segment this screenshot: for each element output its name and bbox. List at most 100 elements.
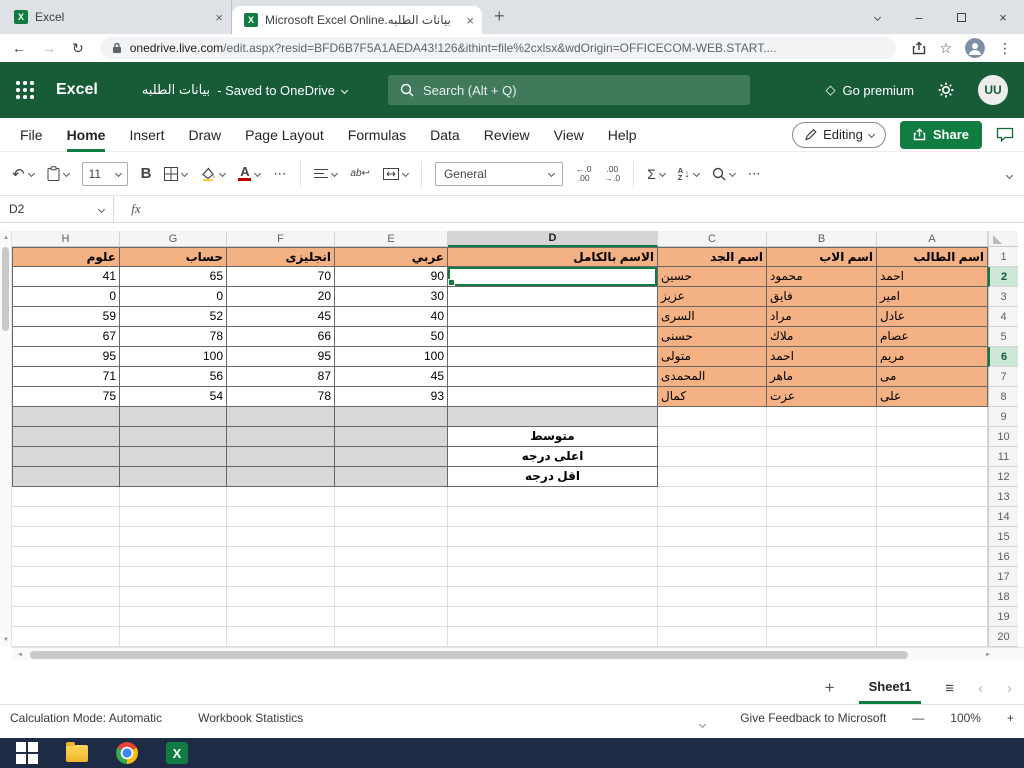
- number-format-select[interactable]: General: [434, 161, 563, 186]
- cell-B5[interactable]: ملاك: [767, 327, 877, 347]
- cell-C3[interactable]: عزيز: [658, 287, 767, 307]
- cell-H14[interactable]: [12, 507, 120, 527]
- cell-H11[interactable]: [12, 447, 120, 467]
- cell-B15[interactable]: [767, 527, 877, 547]
- cell-G8[interactable]: 54: [120, 387, 227, 407]
- paste-button[interactable]: [47, 166, 70, 181]
- cell-B3[interactable]: فايق: [767, 287, 877, 307]
- cell-B12[interactable]: [767, 467, 877, 487]
- horizontal-scroll-thumb[interactable]: [30, 650, 908, 659]
- cell-G1[interactable]: حساب: [120, 247, 227, 267]
- row-header-7[interactable]: 7: [988, 367, 1018, 387]
- cell-B6[interactable]: احمد: [767, 347, 877, 367]
- menu-home[interactable]: Home: [66, 118, 106, 152]
- cell-D3[interactable]: [448, 287, 658, 307]
- cell-E7[interactable]: 45: [335, 367, 448, 387]
- menu-data[interactable]: Data: [430, 118, 460, 152]
- cell-A3[interactable]: امير: [877, 287, 988, 307]
- cell-G16[interactable]: [120, 547, 227, 567]
- cell-C10[interactable]: [658, 427, 767, 447]
- row-header-17[interactable]: 17: [988, 567, 1018, 587]
- cell-G7[interactable]: 56: [120, 367, 227, 387]
- cell-H20[interactable]: [12, 627, 120, 647]
- cell-E5[interactable]: 50: [335, 327, 448, 347]
- row-header-20[interactable]: 20: [988, 627, 1018, 647]
- cell-D19[interactable]: [448, 607, 658, 627]
- find-button[interactable]: [712, 167, 736, 181]
- scroll-down-icon[interactable]: ▼: [0, 633, 12, 647]
- cell-G2[interactable]: 65: [120, 267, 227, 287]
- start-button[interactable]: [16, 742, 38, 764]
- cell-H18[interactable]: [12, 587, 120, 607]
- name-box[interactable]: D2: [0, 196, 114, 222]
- cell-E13[interactable]: [335, 487, 448, 507]
- cell-E14[interactable]: [335, 507, 448, 527]
- menu-help[interactable]: Help: [608, 118, 637, 152]
- row-header-3[interactable]: 3: [988, 287, 1018, 307]
- cell-E8[interactable]: 93: [335, 387, 448, 407]
- scroll-left-icon[interactable]: ◄: [12, 652, 28, 658]
- cell-A9[interactable]: [877, 407, 988, 427]
- file-explorer-icon[interactable]: [66, 741, 88, 762]
- scroll-right-icon[interactable]: ►: [980, 652, 996, 658]
- cell-H7[interactable]: 71: [12, 367, 120, 387]
- share-page-icon[interactable]: [912, 41, 926, 55]
- cell-H8[interactable]: 75: [12, 387, 120, 407]
- cell-B13[interactable]: [767, 487, 877, 507]
- alignment-button[interactable]: [314, 168, 339, 179]
- cell-B9[interactable]: [767, 407, 877, 427]
- cell-C9[interactable]: [658, 407, 767, 427]
- browser-tab-workbook[interactable]: X Microsoft Excel Online.بيانات الطلبه ×: [232, 6, 482, 34]
- cell-D9[interactable]: [448, 407, 658, 427]
- menu-file[interactable]: File: [20, 118, 43, 152]
- cell-F9[interactable]: [227, 407, 335, 427]
- cell-F16[interactable]: [227, 547, 335, 567]
- scroll-up-icon[interactable]: ▲: [0, 231, 12, 245]
- cell-D6[interactable]: [448, 347, 658, 367]
- cell-B10[interactable]: [767, 427, 877, 447]
- cell-G19[interactable]: [120, 607, 227, 627]
- cell-C20[interactable]: [658, 627, 767, 647]
- cell-C11[interactable]: [658, 447, 767, 467]
- cell-C6[interactable]: متولى: [658, 347, 767, 367]
- browser-tab-excel[interactable]: X Excel ×: [0, 0, 232, 34]
- cell-H3[interactable]: 0: [12, 287, 120, 307]
- cell-B7[interactable]: ماهر: [767, 367, 877, 387]
- comments-icon[interactable]: [996, 127, 1014, 143]
- ribbon-collapse-icon[interactable]: [1005, 165, 1014, 183]
- cell-G9[interactable]: [120, 407, 227, 427]
- cell-E2[interactable]: 90: [335, 267, 448, 287]
- row-header-6[interactable]: 6: [988, 347, 1018, 367]
- zoom-out-button[interactable]: —: [912, 711, 924, 725]
- row-header-19[interactable]: 19: [988, 607, 1018, 627]
- column-header-D[interactable]: D: [448, 231, 658, 247]
- cell-G5[interactable]: 78: [120, 327, 227, 347]
- cell-H16[interactable]: [12, 547, 120, 567]
- refresh-icon[interactable]: ↻: [72, 40, 84, 57]
- menu-view[interactable]: View: [554, 118, 584, 152]
- font-size-input[interactable]: 11: [81, 161, 128, 186]
- status-chevron-icon[interactable]: [698, 716, 707, 730]
- window-close-button[interactable]: ×: [982, 0, 1024, 34]
- cell-A17[interactable]: [877, 567, 988, 587]
- column-header-B[interactable]: B: [767, 231, 877, 247]
- cell-F20[interactable]: [227, 627, 335, 647]
- cell-A4[interactable]: عادل: [877, 307, 988, 327]
- cell-G11[interactable]: [120, 447, 227, 467]
- fill-color-button[interactable]: [200, 166, 227, 181]
- cell-G15[interactable]: [120, 527, 227, 547]
- vertical-scroll-thumb[interactable]: [2, 247, 9, 331]
- menu-formulas[interactable]: Formulas: [348, 118, 406, 152]
- cell-D15[interactable]: [448, 527, 658, 547]
- forward-icon[interactable]: →: [42, 40, 56, 56]
- cell-D7[interactable]: [448, 367, 658, 387]
- workbook-statistics-label[interactable]: Workbook Statistics: [198, 711, 303, 725]
- cell-E6[interactable]: 100: [335, 347, 448, 367]
- cell-A20[interactable]: [877, 627, 988, 647]
- cell-A12[interactable]: [877, 467, 988, 487]
- cell-D8[interactable]: [448, 387, 658, 407]
- zoom-in-button[interactable]: +: [1007, 711, 1014, 725]
- tab-close-icon[interactable]: ×: [215, 10, 223, 25]
- cell-G17[interactable]: [120, 567, 227, 587]
- tab-close-icon[interactable]: ×: [466, 13, 474, 28]
